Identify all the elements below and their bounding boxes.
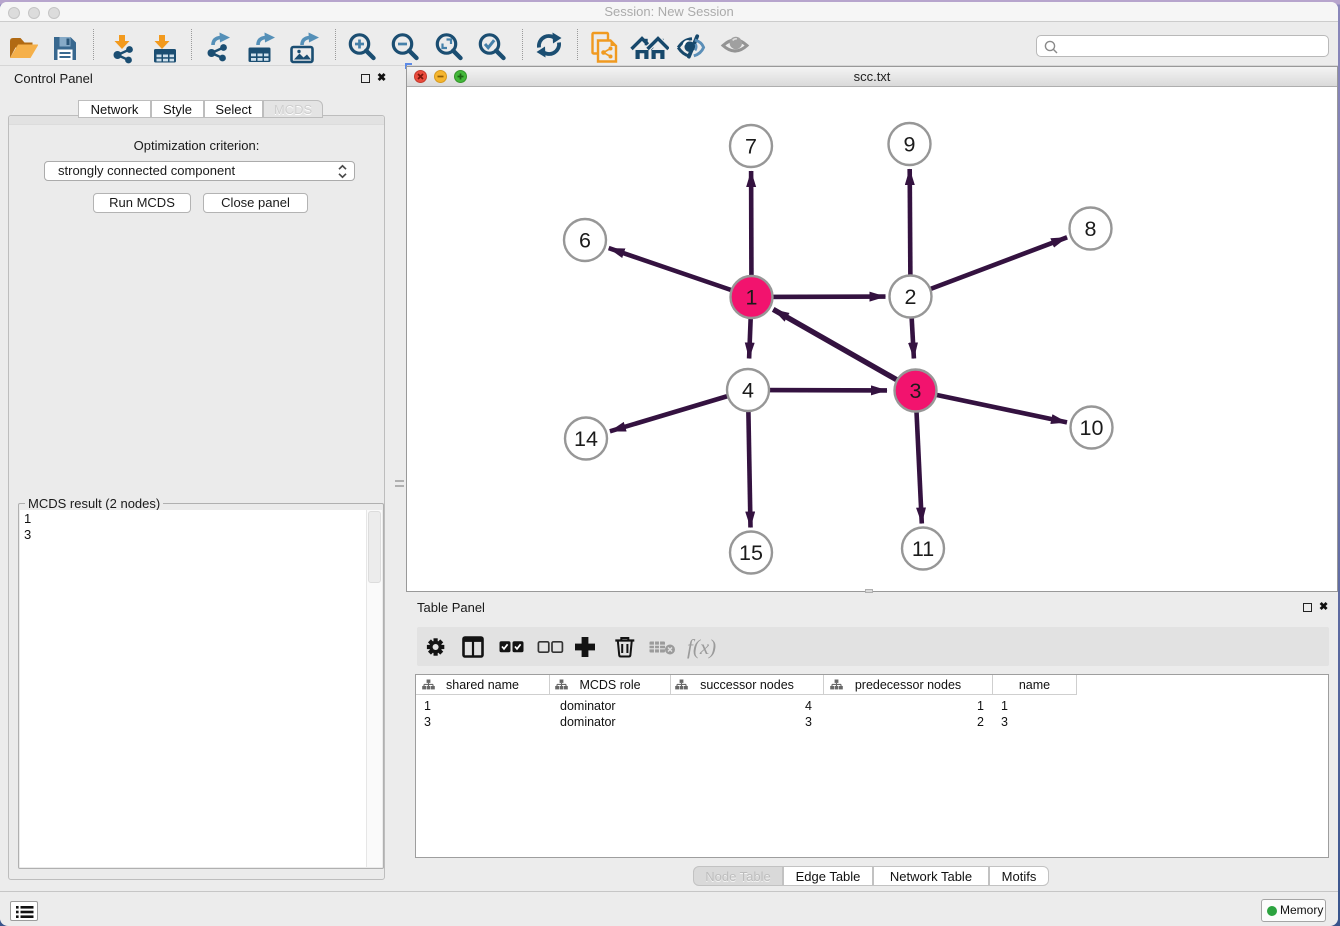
svg-text:6: 6 [579,229,591,253]
svg-text:4: 4 [742,379,754,403]
svg-text:8: 8 [1084,217,1096,241]
svg-text:11: 11 [911,537,933,561]
svg-text:15: 15 [739,541,763,565]
svg-text:1: 1 [745,286,757,310]
svg-text:f(x): f(x) [687,635,716,659]
svg-text:3: 3 [909,379,921,403]
svg-text:7: 7 [745,135,757,159]
svg-text:2: 2 [904,285,916,309]
svg-text:9: 9 [903,133,915,157]
svg-text:10: 10 [1079,416,1103,440]
svg-text:14: 14 [574,427,598,451]
